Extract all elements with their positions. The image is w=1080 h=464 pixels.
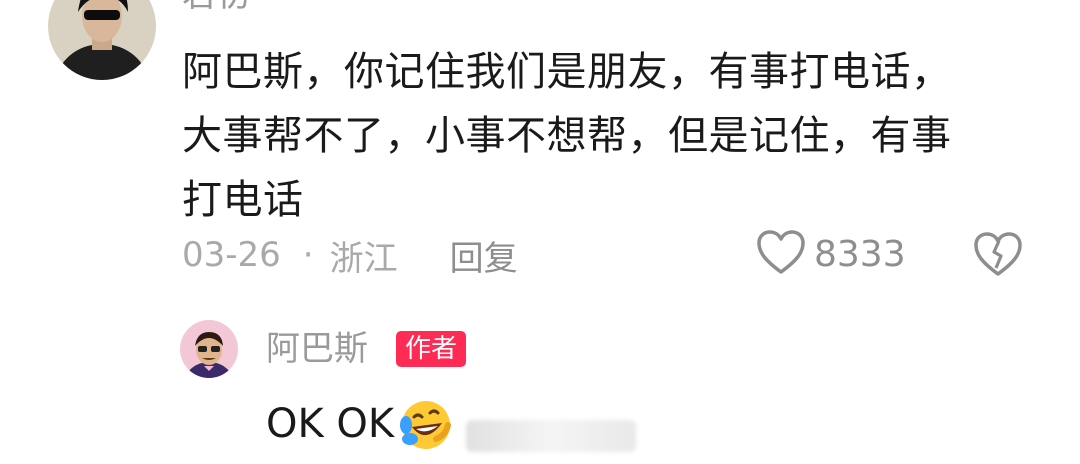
comment-thread: 君初 阿巴斯，你记住我们是朋友，有事打电话，大事帮不了，小事不想帮，但是记住，有… [0, 0, 1080, 464]
comment-body: 阿巴斯，你记住我们是朋友，有事打电话，大事帮不了，小事不想帮，但是记住，有事打电… [182, 49, 952, 223]
reply-button[interactable]: 回复 [450, 231, 518, 280]
author-badge: 作者 [396, 331, 467, 367]
commenter-avatar[interactable] [48, 0, 156, 80]
like-count: 8333 [814, 233, 906, 275]
author-avatar[interactable] [180, 320, 238, 378]
comment-meta: 03-26 · 浙江 回复 [182, 230, 518, 280]
broken-heart-icon[interactable] [972, 228, 1024, 280]
comment-date: 03-26 [182, 235, 281, 275]
meta-separator: · [302, 235, 314, 275]
watermark [466, 420, 636, 452]
rolling-laughing-emoji-icon [396, 395, 454, 453]
commenter-name[interactable]: 君初 [182, 0, 250, 12]
comment-location: 浙江 [329, 238, 398, 279]
author-name[interactable]: 阿巴斯 [266, 328, 368, 370]
reply-text: OK OK [266, 401, 395, 447]
like-button[interactable]: 8333 [756, 226, 906, 282]
heart-outline-icon [756, 229, 806, 279]
reply-body: OK OK [266, 395, 454, 453]
